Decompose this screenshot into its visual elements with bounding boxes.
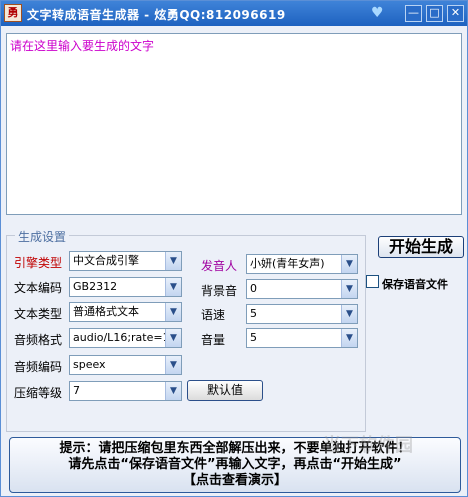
app-icon: 勇: [4, 4, 22, 22]
minimize-icon[interactable]: —: [405, 5, 422, 22]
default-values-button[interactable]: 默认值: [187, 380, 263, 401]
chevron-down-icon[interactable]: ▼: [341, 255, 357, 273]
chevron-down-icon[interactable]: ▼: [341, 329, 357, 347]
chevron-down-icon[interactable]: ▼: [165, 329, 181, 347]
chevron-down-icon[interactable]: ▼: [165, 382, 181, 400]
background-sound-select[interactable]: 0 ▼: [246, 279, 358, 299]
window-title: 文字转成语音生成器 - 炫勇QQ:812096619: [27, 8, 286, 22]
audio-format-label: 音频格式: [14, 333, 63, 347]
text-input-area[interactable]: 请在这里输入要生成的文字: [6, 33, 462, 215]
save-audio-checkbox[interactable]: [366, 275, 379, 288]
start-generate-button[interactable]: 开始生成: [378, 236, 464, 258]
text-type-select[interactable]: 普通格式文本 ▼: [69, 302, 182, 322]
title-bar[interactable]: 勇 文字转成语音生成器 - 炫勇QQ:812096619 ♥ — □ ✕: [1, 1, 467, 26]
notice-line-3: 【点击查看演示】: [182, 473, 287, 488]
audio-encoding-select[interactable]: speex ▼: [69, 355, 182, 375]
main-window: 勇 文字转成语音生成器 - 炫勇QQ:812096619 ♥ — □ ✕ 请在这…: [0, 0, 468, 497]
settings-group-title: 生成设置: [15, 228, 70, 245]
text-encoding-select[interactable]: GB2312 ▼: [69, 277, 182, 297]
volume-label: 音量: [201, 333, 226, 347]
close-icon[interactable]: ✕: [447, 5, 464, 22]
chevron-down-icon[interactable]: ▼: [341, 280, 357, 298]
audio-encoding-label: 音频编码: [14, 360, 63, 374]
compression-level-select[interactable]: 7 ▼: [69, 381, 182, 401]
chevron-down-icon[interactable]: ▼: [165, 303, 181, 321]
chevron-down-icon[interactable]: ▼: [165, 278, 181, 296]
compression-level-label: 压缩等级: [14, 386, 63, 400]
notice-line-2: 请先点击“保存语音文件”再输入文字，再点击“开始生成”: [68, 457, 402, 472]
background-sound-label: 背景音: [201, 284, 238, 298]
speaker-select[interactable]: 小妍(青年女声) ▼: [246, 254, 358, 274]
chevron-down-icon[interactable]: ▼: [341, 305, 357, 323]
engine-type-label: 引擎类型: [14, 256, 63, 270]
chevron-down-icon[interactable]: ▼: [165, 252, 181, 270]
volume-select[interactable]: 5 ▼: [246, 328, 358, 348]
chevron-down-icon[interactable]: ▼: [165, 356, 181, 374]
speaker-label: 发音人: [201, 259, 238, 273]
maximize-icon[interactable]: □: [426, 5, 443, 22]
engine-type-select[interactable]: 中文合成引擎 ▼: [69, 251, 182, 271]
text-encoding-label: 文本编码: [14, 281, 63, 295]
save-audio-label[interactable]: 保存语音文件: [382, 276, 448, 292]
audio-format-select[interactable]: audio/L16;rate=16000 ▼: [69, 328, 182, 348]
speed-label: 语速: [201, 308, 226, 322]
speed-select[interactable]: 5 ▼: [246, 304, 358, 324]
watermark: 当下软件园: [323, 435, 413, 456]
skin-icon[interactable]: ♥: [371, 5, 387, 21]
text-type-label: 文本类型: [14, 307, 63, 321]
